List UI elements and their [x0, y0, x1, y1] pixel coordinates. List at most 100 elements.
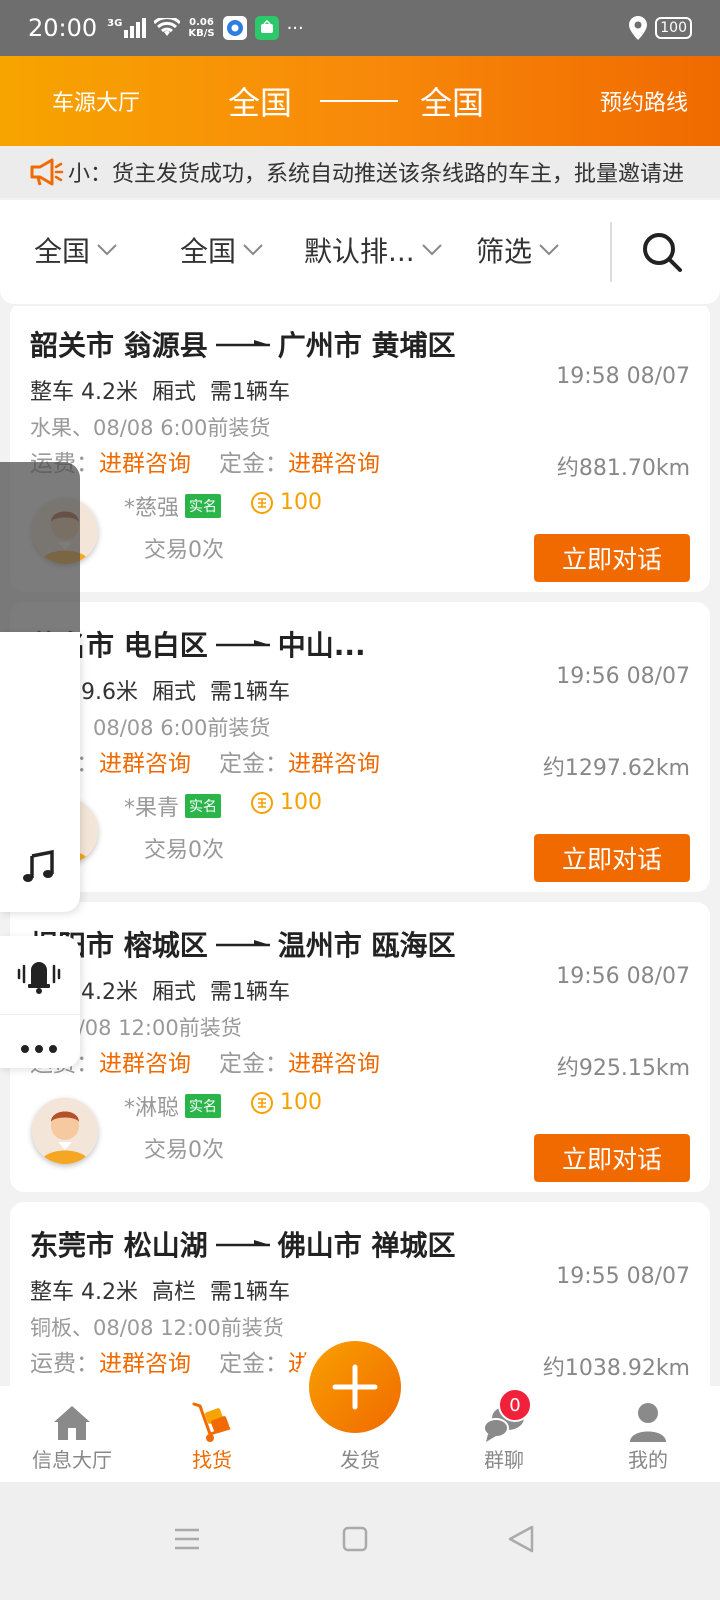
fee-row: 运费：进群咨询定金：进群咨询 — [30, 1044, 380, 1078]
credit-score: 100 — [250, 1090, 322, 1115]
floating-tools-panel — [0, 936, 80, 1068]
route-arrow-icon — [215, 640, 270, 647]
floating-panel-dark[interactable] — [0, 462, 80, 632]
post-time: 19:56 08/07 — [556, 664, 690, 689]
home-square-icon[interactable] — [340, 1524, 370, 1554]
music-icon[interactable] — [20, 848, 56, 884]
system-nav-bar — [0, 1482, 720, 1600]
net-speed-unit: KB/S — [188, 28, 215, 39]
cargo-card[interactable]: 韶关市 翁源县 广州市 黄埔区 整车 4.2米 厢式 需1辆车 19:58 08/07… — [10, 306, 710, 592]
distance: 约1297.62km — [542, 756, 690, 781]
owner-name: *果青 实名 — [124, 790, 222, 822]
home-icon — [54, 1406, 90, 1440]
route-arrow-icon — [215, 1240, 270, 1247]
credit-score: 100 — [250, 490, 322, 515]
floating-music-panel[interactable] — [0, 632, 80, 912]
nav-label: 群聊 — [484, 1448, 524, 1472]
plus-icon — [332, 1364, 378, 1410]
chevron-down-icon — [539, 244, 559, 256]
fee-value[interactable]: 进群咨询 — [99, 451, 191, 477]
credit-icon — [251, 491, 273, 514]
filter-destination-label: 全国 — [180, 235, 237, 268]
vibrate-bell-icon[interactable] — [14, 954, 64, 994]
owner-name: *淋聪 实名 — [124, 1090, 222, 1122]
origin-selector[interactable]: 全国 — [228, 78, 292, 124]
back-icon[interactable] — [506, 1524, 536, 1554]
distance: 约925.15km — [556, 1056, 690, 1081]
credit-icon — [251, 1091, 273, 1114]
cargo-card[interactable]: 揭阳市 榕城区 温州市 瓯海区 整车 4.2米 厢式 需1辆车 19:56 08/07… — [10, 902, 710, 1192]
goods-info: 铜板、08/08 12:00前装货 — [30, 1316, 284, 1340]
route-arrow-icon — [215, 340, 270, 347]
chat-now-button[interactable]: 立即对话 — [534, 534, 690, 582]
nav-find-cargo[interactable]: 找货 — [140, 1386, 284, 1482]
cart-icon — [192, 1402, 231, 1442]
nav-mine[interactable]: 我的 — [576, 1386, 720, 1482]
search-icon[interactable] — [640, 230, 684, 274]
megaphone-icon — [30, 158, 64, 186]
credit-score: 100 — [250, 790, 322, 815]
fee-value[interactable]: 进群咨询 — [99, 751, 191, 777]
route-destination: 佛山市 禅城区 — [277, 1229, 456, 1262]
route-origin: 东莞市 松山湖 — [30, 1229, 208, 1262]
deposit-label: 定金： — [219, 751, 288, 777]
chat-now-button[interactable]: 立即对话 — [534, 1134, 690, 1182]
deposit-value[interactable]: 进群咨询 — [288, 751, 380, 777]
route-arrow-icon — [320, 100, 398, 102]
avatar[interactable] — [32, 1098, 98, 1164]
net-speed: 0.06 KB/S — [188, 17, 214, 39]
menu-icon[interactable] — [172, 1524, 202, 1554]
route-title: 揭阳市 榕城区 温州市 瓯海区 — [30, 924, 456, 964]
chevron-down-icon — [243, 244, 263, 256]
deposit-value[interactable]: 进群咨询 — [288, 1051, 380, 1077]
nav-label: 发货 — [340, 1448, 380, 1472]
goods-info: 水果、08/08 6:00前装货 — [30, 416, 271, 440]
cargo-card[interactable]: 茂名市 电白区 中山... 整车 9.6米 厢式 需1辆车 19:56 08/07 食品… — [10, 602, 710, 892]
route-title: 东莞市 松山湖 佛山市 禅城区 — [30, 1224, 456, 1264]
chat-now-button[interactable]: 立即对话 — [534, 834, 690, 882]
filter-sort[interactable]: 默认排... — [304, 230, 443, 270]
network-type: 3G — [107, 18, 123, 29]
filter-origin-label: 全国 — [34, 235, 91, 268]
status-more: ··· — [286, 17, 304, 39]
verified-badge: 实名 — [185, 794, 222, 818]
fee-row: 运费：进群咨询定金：进群咨询 — [30, 744, 380, 778]
cargo-list[interactable]: 韶关市 翁源县 广州市 黄埔区 整车 4.2米 厢式 需1辆车 19:58 08/07… — [0, 306, 720, 1412]
net-speed-value: 0.06 — [189, 17, 214, 28]
fee-value[interactable]: 进群咨询 — [99, 1051, 191, 1077]
filter-screen-label: 筛选 — [476, 235, 533, 268]
ship-cargo-button[interactable] — [309, 1341, 401, 1433]
credit-value: 100 — [280, 1090, 322, 1115]
vehicle-hall-link[interactable]: 车源大厅 — [52, 85, 140, 117]
filter-origin[interactable]: 全国 — [34, 230, 118, 270]
deposit-label: 定金： — [219, 1051, 288, 1077]
app-notification-icon-2 — [254, 16, 279, 40]
more-dots-icon[interactable] — [20, 1044, 58, 1054]
distance: 约881.70km — [556, 456, 690, 481]
notice-bar[interactable]: 小：货主发货成功，系统自动推送该条线路的车主，批量邀请进 — [0, 146, 720, 198]
nav-label: 信息大厅 — [32, 1448, 112, 1472]
owner-name: *慈强 实名 — [124, 490, 222, 522]
reserve-route-link[interactable]: 预约路线 — [600, 85, 688, 117]
route-origin: 韶关市 翁源县 — [30, 329, 208, 362]
trade-count: 交易0次 — [144, 838, 224, 863]
location-icon — [629, 16, 648, 40]
route-destination: 温州市 瓯海区 — [277, 929, 456, 962]
owner-name-text: *淋聪 — [124, 1096, 180, 1121]
fee-label: 运费： — [30, 1351, 99, 1377]
destination-selector[interactable]: 全国 — [420, 78, 484, 124]
owner-name-text: *果青 — [124, 796, 180, 821]
credit-icon — [251, 791, 273, 814]
deposit-value[interactable]: 进群咨询 — [288, 451, 380, 477]
user-icon — [630, 1403, 666, 1442]
vehicle-spec: 整车 4.2米 厢式 需1辆车 — [30, 380, 290, 405]
deposit-label: 定金： — [219, 451, 288, 477]
owner-name-text: *慈强 — [124, 496, 180, 521]
chat-unread-badge: 0 — [498, 1388, 532, 1422]
nav-info-hall[interactable]: 信息大厅 — [0, 1386, 144, 1482]
deposit-label: 定金： — [219, 1351, 288, 1377]
fee-value[interactable]: 进群咨询 — [99, 1351, 191, 1377]
filter-destination[interactable]: 全国 — [180, 230, 264, 270]
filter-screen[interactable]: 筛选 — [476, 230, 560, 270]
chevron-down-icon — [97, 244, 117, 256]
